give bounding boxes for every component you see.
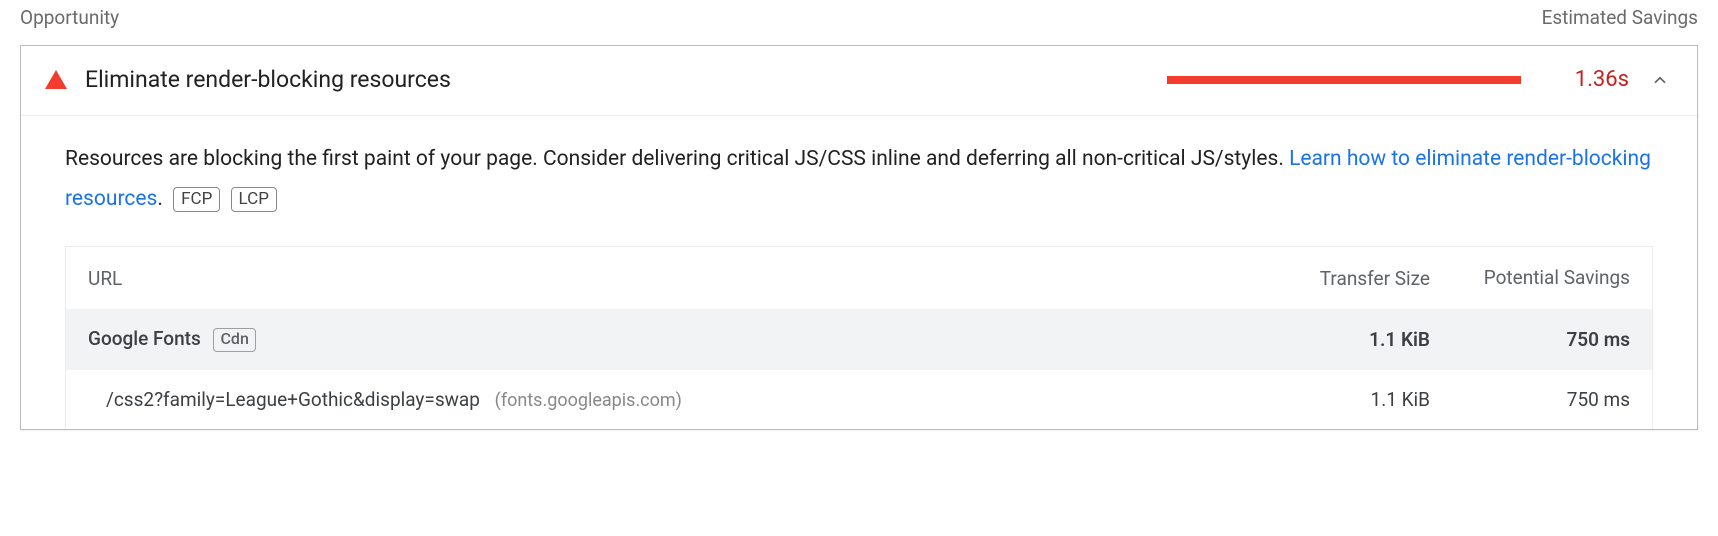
column-labels-row: Opportunity Estimated Savings (20, 0, 1698, 45)
group-size: 1.1 KiB (1250, 328, 1430, 351)
description-text: Resources are blocking the first paint o… (65, 147, 1289, 171)
item-path: /css2?family=League+Gothic&display=swap (106, 388, 480, 411)
estimated-savings-label: Estimated Savings (1542, 6, 1698, 29)
item-size: 1.1 KiB (1250, 388, 1430, 411)
savings-bar-fill (1167, 76, 1521, 84)
table-group-row: Google Fonts Cdn 1.1 KiB 750 ms (66, 309, 1652, 370)
item-savings: 750 ms (1430, 388, 1630, 411)
metric-tag-fcp: FCP (173, 187, 220, 212)
group-name-cell: Google Fonts Cdn (88, 327, 1250, 352)
audit-title: Eliminate render-blocking resources (85, 66, 451, 93)
resources-table: URL Transfer Size Potential Savings Goog… (65, 246, 1653, 429)
col-header-savings: Potential Savings (1430, 265, 1630, 292)
audit-panel: Opportunity Estimated Savings Eliminate … (0, 0, 1718, 462)
savings-value: 1.36s (1539, 67, 1629, 92)
description-post: . (157, 187, 163, 211)
item-url-cell: /css2?family=League+Gothic&display=swap … (88, 388, 1250, 411)
metric-tag-lcp: LCP (231, 187, 277, 212)
table-header-row: URL Transfer Size Potential Savings (66, 247, 1652, 310)
item-host: (fonts.googleapis.com) (495, 390, 682, 411)
col-header-url: URL (88, 267, 1250, 290)
chevron-up-icon[interactable] (1647, 67, 1673, 93)
triangle-fail-icon (45, 70, 67, 89)
group-savings: 750 ms (1430, 328, 1630, 351)
cdn-badge: Cdn (213, 328, 255, 352)
audit-description: Resources are blocking the first paint o… (65, 140, 1653, 220)
col-header-size: Transfer Size (1250, 267, 1430, 290)
audit-body: Resources are blocking the first paint o… (21, 116, 1697, 429)
table-row: /css2?family=League+Gothic&display=swap … (66, 370, 1652, 429)
opportunity-label: Opportunity (20, 6, 119, 29)
group-name: Google Fonts (88, 327, 201, 350)
audit-header[interactable]: Eliminate render-blocking resources 1.36… (21, 46, 1697, 116)
savings-bar (1167, 76, 1521, 84)
audit-card: Eliminate render-blocking resources 1.36… (20, 45, 1698, 430)
